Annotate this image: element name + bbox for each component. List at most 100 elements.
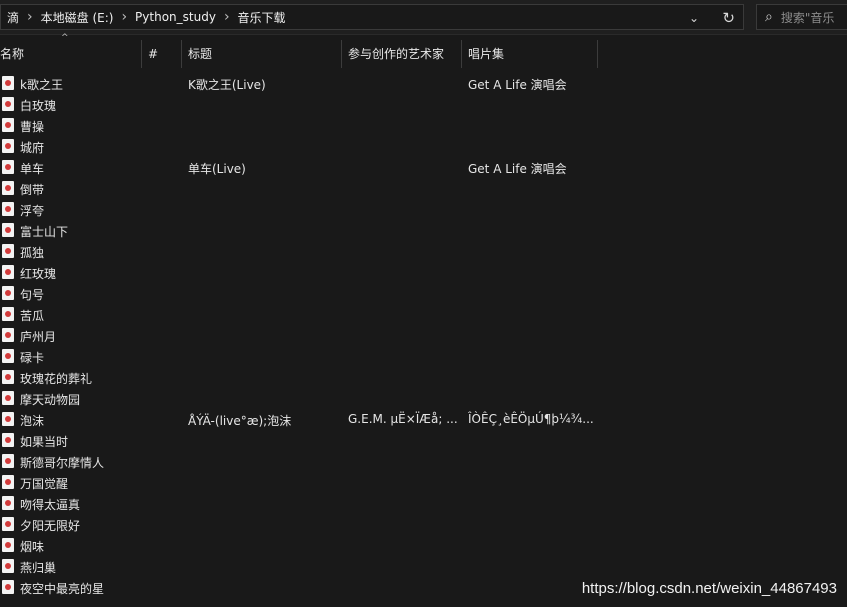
audio-file-icon xyxy=(2,496,14,510)
audio-file-icon xyxy=(2,202,14,216)
file-row[interactable]: 苦瓜 xyxy=(0,304,847,325)
audio-file-icon xyxy=(2,265,14,279)
breadcrumb-item-root[interactable]: 滴 xyxy=(1,9,25,26)
file-row[interactable]: 孤独 xyxy=(0,241,847,262)
audio-file-icon xyxy=(2,559,14,573)
file-row[interactable]: 单车 单车(Live) Get A Life 演唱会 xyxy=(0,157,847,178)
file-title: K歌之王(Live) xyxy=(188,78,266,92)
file-name: 庐州月 xyxy=(20,330,57,344)
file-album: ÎÒÊÇ¸èÊÖµÚ¶þ¼¾... xyxy=(468,412,594,426)
audio-file-icon xyxy=(2,391,14,405)
audio-file-icon xyxy=(2,97,14,111)
file-name: 倒带 xyxy=(20,183,45,197)
breadcrumb-item-folder[interactable]: Python_study xyxy=(129,10,222,24)
audio-file-icon xyxy=(2,370,14,384)
search-input[interactable]: ⌕ 搜索"音乐 xyxy=(756,4,847,30)
chevron-down-icon[interactable]: ⌄ xyxy=(689,11,699,25)
audio-file-icon xyxy=(2,475,14,489)
file-row[interactable]: 烟味 xyxy=(0,535,847,556)
file-row[interactable]: 红玫瑰 xyxy=(0,262,847,283)
file-name: 曹操 xyxy=(20,120,45,134)
audio-file-icon xyxy=(2,454,14,468)
search-placeholder: 搜索"音乐 xyxy=(780,10,835,25)
chevron-right-icon[interactable]: › xyxy=(25,9,35,25)
audio-file-icon xyxy=(2,139,14,153)
file-row[interactable]: 燕归巢 xyxy=(0,556,847,577)
audio-file-icon xyxy=(2,244,14,258)
audio-file-icon xyxy=(2,538,14,552)
file-title: 单车(Live) xyxy=(188,162,246,176)
file-name: 单车 xyxy=(20,162,45,176)
file-name: 玫瑰花的葬礼 xyxy=(20,372,93,386)
audio-file-icon xyxy=(2,517,14,531)
file-row[interactable]: 玫瑰花的葬礼 xyxy=(0,367,847,388)
column-header-title[interactable]: 标题 xyxy=(182,40,342,68)
file-row[interactable]: 夕阳无限好 xyxy=(0,514,847,535)
file-row[interactable]: 如果当时 xyxy=(0,430,847,451)
file-name: 夕阳无限好 xyxy=(20,519,81,533)
file-artist: G.E.M. µË×ÏÆå; ... xyxy=(348,412,458,426)
column-header-number[interactable]: # xyxy=(142,40,182,68)
audio-file-icon xyxy=(2,160,14,174)
audio-file-icon xyxy=(2,433,14,447)
column-header-bar: 名称 # 标题 参与创作的艺术家 唱片集 xyxy=(0,40,847,68)
file-row[interactable]: 浮夸 xyxy=(0,199,847,220)
file-name: 泡沫 xyxy=(20,414,45,428)
audio-file-icon xyxy=(2,118,14,132)
file-list: k歌之王 K歌之王(Live) Get A Life 演唱会 白玫瑰 曹操 城府 单车 单车(… xyxy=(0,73,847,598)
file-row[interactable]: 斯德哥尔摩情人 xyxy=(0,451,847,472)
file-name: 吻得太逼真 xyxy=(20,498,81,512)
file-row[interactable]: 摩天动物园 xyxy=(0,388,847,409)
audio-file-icon xyxy=(2,76,14,90)
file-row[interactable]: 城府 xyxy=(0,136,847,157)
audio-file-icon xyxy=(2,181,14,195)
column-header-artists[interactable]: 参与创作的艺术家 xyxy=(342,40,462,68)
breadcrumb[interactable]: 滴 › 本地磁盘 (E:) › Python_study › 音乐下载 ⌄ ↻ xyxy=(0,4,744,30)
file-name: 红玫瑰 xyxy=(20,267,57,281)
file-name: 白玫瑰 xyxy=(20,99,57,113)
column-header-name[interactable]: 名称 xyxy=(0,40,142,68)
file-name: 富士山下 xyxy=(20,225,69,239)
file-name: 摩天动物园 xyxy=(20,393,81,407)
file-title: ÅÝÄ-(live°æ);泡沫 xyxy=(188,414,292,428)
file-name: 烟味 xyxy=(20,540,45,554)
column-header-album[interactable]: 唱片集 xyxy=(462,40,598,68)
file-name: 夜空中最亮的星 xyxy=(20,582,105,596)
file-name: 句号 xyxy=(20,288,45,302)
file-row[interactable]: 吻得太逼真 xyxy=(0,493,847,514)
file-name: 如果当时 xyxy=(20,435,69,449)
breadcrumb-item-drive[interactable]: 本地磁盘 (E:) xyxy=(35,9,120,26)
file-row[interactable]: 碌卡 xyxy=(0,346,847,367)
file-name: 碌卡 xyxy=(20,351,45,365)
refresh-icon[interactable]: ↻ xyxy=(722,9,735,27)
file-row[interactable]: 泡沫 ÅÝÄ-(live°æ);泡沫 G.E.M. µË×ÏÆå; ... ÎÒÊÇ¸… xyxy=(0,409,847,430)
file-row[interactable]: 富士山下 xyxy=(0,220,847,241)
file-row[interactable]: k歌之王 K歌之王(Live) Get A Life 演唱会 xyxy=(0,73,847,94)
file-row[interactable]: 庐州月 xyxy=(0,325,847,346)
chevron-right-icon[interactable]: › xyxy=(119,9,129,25)
file-name: 浮夸 xyxy=(20,204,45,218)
file-name: 苦瓜 xyxy=(20,309,45,323)
file-album: Get A Life 演唱会 xyxy=(468,162,567,176)
audio-file-icon xyxy=(2,328,14,342)
file-row[interactable]: 倒带 xyxy=(0,178,847,199)
file-name: 燕归巢 xyxy=(20,561,57,575)
audio-file-icon xyxy=(2,412,14,426)
file-name: 万国觉醒 xyxy=(20,477,69,491)
file-row[interactable]: 白玫瑰 xyxy=(0,94,847,115)
file-album: Get A Life 演唱会 xyxy=(468,78,567,92)
audio-file-icon xyxy=(2,307,14,321)
chevron-right-icon[interactable]: › xyxy=(222,9,232,25)
file-row[interactable]: 曹操 xyxy=(0,115,847,136)
file-name: 孤独 xyxy=(20,246,45,260)
file-name: k歌之王 xyxy=(20,78,63,92)
search-icon: ⌕ xyxy=(765,9,773,25)
file-row[interactable]: 句号 xyxy=(0,283,847,304)
watermark: https://blog.csdn.net/weixin_44867493 xyxy=(581,580,837,597)
address-bar-area: 滴 › 本地磁盘 (E:) › Python_study › 音乐下载 ⌄ ↻ … xyxy=(0,0,847,35)
audio-file-icon xyxy=(2,580,14,594)
breadcrumb-item-current[interactable]: 音乐下载 xyxy=(232,9,292,26)
file-name: 斯德哥尔摩情人 xyxy=(20,456,105,470)
audio-file-icon xyxy=(2,223,14,237)
file-row[interactable]: 万国觉醒 xyxy=(0,472,847,493)
